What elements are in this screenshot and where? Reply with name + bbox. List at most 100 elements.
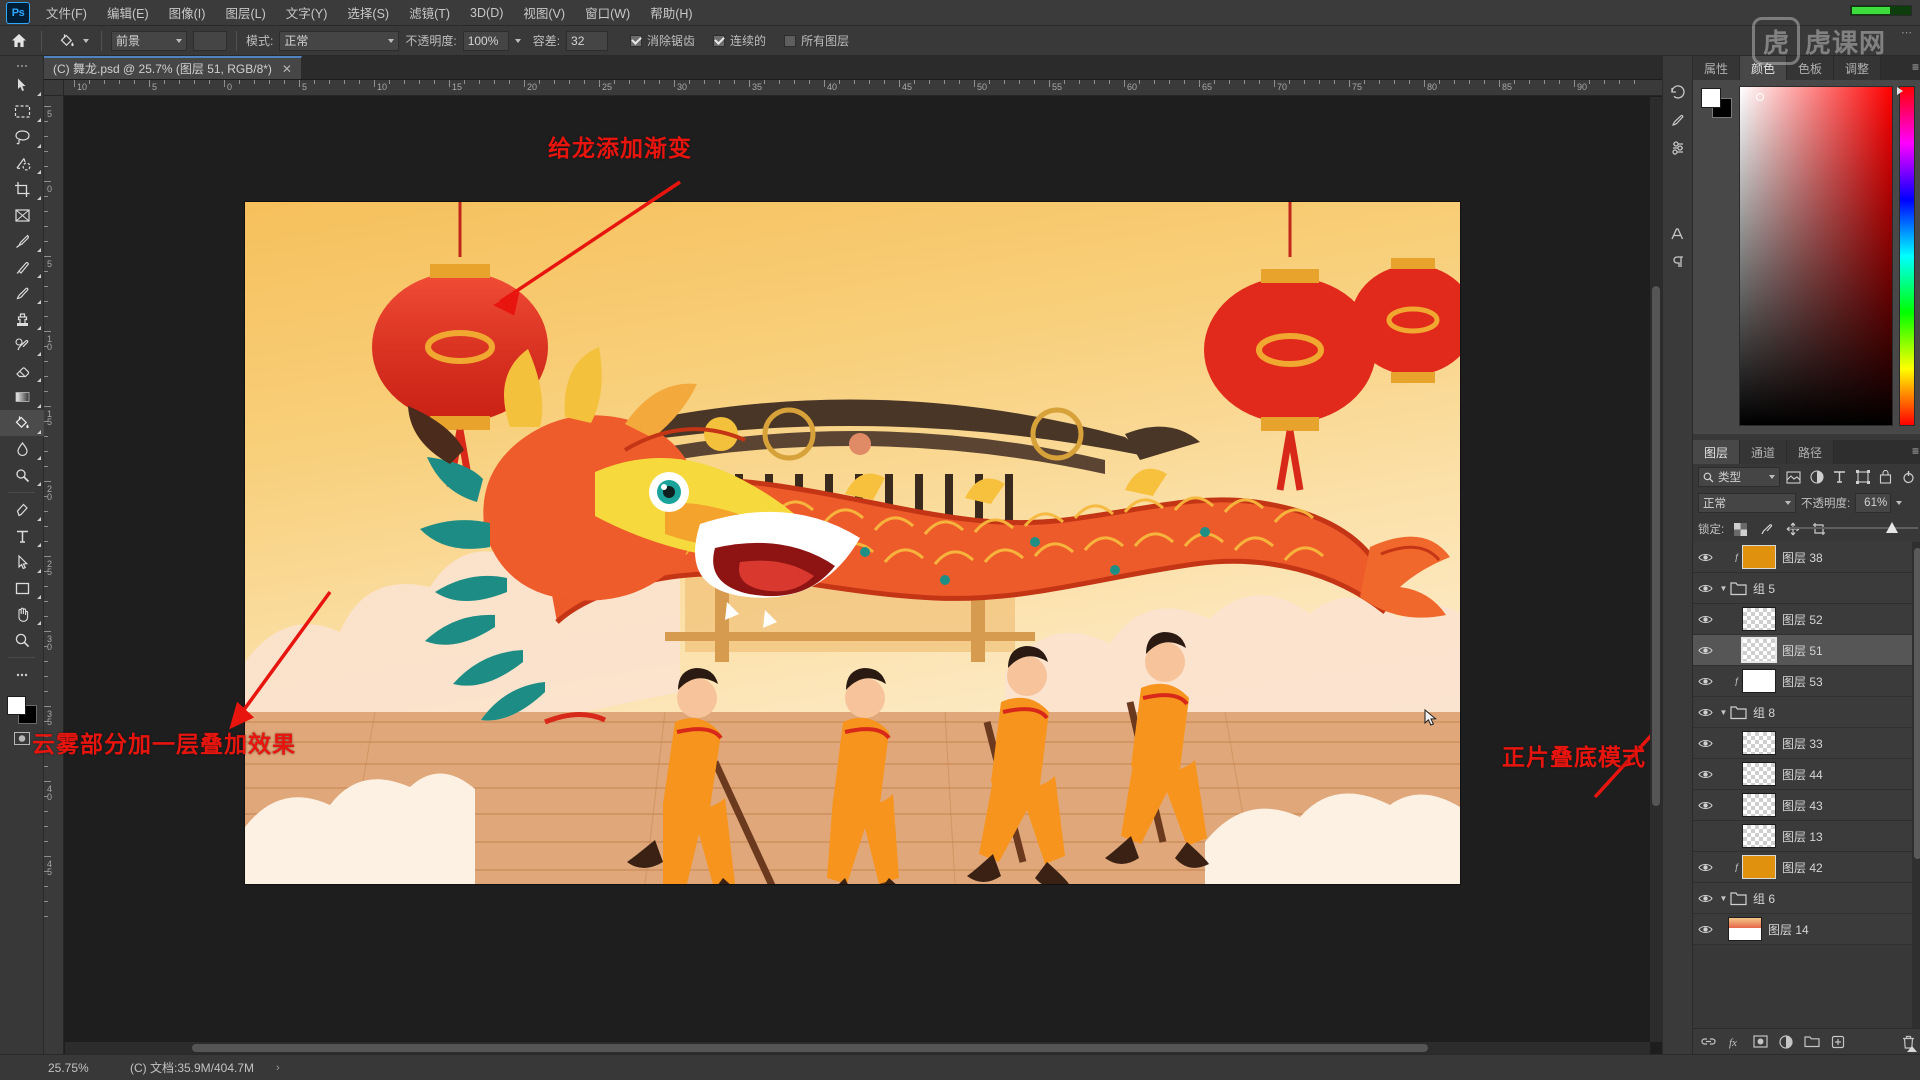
color-field-marker[interactable] <box>1756 93 1764 101</box>
path-selection-tool[interactable] <box>0 549 44 575</box>
eraser-tool[interactable] <box>0 358 44 384</box>
layer-name[interactable]: 图层 43 <box>1782 797 1823 814</box>
move-tool[interactable] <box>0 72 44 98</box>
layer-thumbnail[interactable] <box>1742 607 1776 631</box>
zoom-tool[interactable] <box>0 627 44 653</box>
shape-filter-icon[interactable] <box>1853 468 1872 487</box>
layer-visibility-icon[interactable] <box>1693 645 1717 656</box>
layer-visibility-icon[interactable] <box>1693 552 1717 563</box>
crop-tool[interactable] <box>0 176 44 202</box>
eyedropper-tool[interactable] <box>0 228 44 254</box>
foreground-background-color[interactable] <box>5 694 39 726</box>
layer-thumbnail[interactable] <box>1728 917 1762 941</box>
panel-menu-icon[interactable]: ≡ <box>1912 61 1919 73</box>
filter-power-icon[interactable] <box>1899 468 1918 487</box>
opacity-chevron-down-icon[interactable] <box>514 38 521 43</box>
object-selection-tool[interactable] <box>0 150 44 176</box>
lasso-tool[interactable] <box>0 124 44 150</box>
layer-visibility-icon[interactable] <box>1693 800 1717 811</box>
layer-thumbnail[interactable] <box>1742 731 1776 755</box>
layer-visibility-icon[interactable] <box>1693 924 1717 935</box>
layer-name[interactable]: 图层 53 <box>1782 673 1823 690</box>
layer-row[interactable]: 图层 14 <box>1693 914 1920 945</box>
menu-file[interactable]: 文件(F) <box>36 0 97 26</box>
document-tab[interactable]: (C) 舞龙.psd @ 25.7% (图层 51, RGB/8*) ✕ <box>44 56 302 79</box>
menu-edit[interactable]: 编辑(E) <box>97 0 159 26</box>
layer-thumbnail[interactable] <box>1741 637 1777 663</box>
zoom-level[interactable]: 25.75% <box>44 1061 130 1075</box>
antialias-checkbox[interactable]: 消除锯齿 <box>630 32 695 49</box>
layer-name[interactable]: 图层 42 <box>1782 859 1823 876</box>
layer-thumbnail[interactable] <box>1742 824 1776 848</box>
edit-toolbar-button[interactable] <box>0 662 44 688</box>
gradient-tool[interactable] <box>0 384 44 410</box>
tab-paths[interactable]: 路径 <box>1787 440 1835 464</box>
history-icon[interactable] <box>1663 78 1693 106</box>
layer-row[interactable]: 图层 43 <box>1693 790 1920 821</box>
horizontal-scrollbar[interactable] <box>65 1042 1650 1054</box>
color-panel-swatches[interactable] <box>1701 88 1733 118</box>
layer-row[interactable]: ƒ 图层 53 <box>1693 666 1920 697</box>
menu-type[interactable]: 文字(Y) <box>276 0 338 26</box>
layer-group-row[interactable]: ▼ 组 8 <box>1693 697 1920 728</box>
layer-mask-icon[interactable] <box>1753 1035 1768 1048</box>
layer-thumbnail[interactable] <box>1742 669 1776 693</box>
layer-row[interactable]: 图层 13 <box>1693 821 1920 852</box>
opacity-input[interactable]: 100% <box>462 30 509 51</box>
layer-name[interactable]: 图层 51 <box>1782 642 1823 659</box>
layer-thumbnail[interactable] <box>1742 855 1776 879</box>
menu-select[interactable]: 选择(S) <box>337 0 399 26</box>
chevron-down-icon[interactable] <box>83 38 89 43</box>
spot-healing-brush-tool[interactable] <box>0 254 44 280</box>
layer-name[interactable]: 图层 52 <box>1782 611 1823 628</box>
link-layers-icon[interactable] <box>1701 1035 1716 1048</box>
layer-visibility-icon[interactable] <box>1693 614 1717 625</box>
color-field[interactable] <box>1739 86 1893 426</box>
hue-slider-handle[interactable] <box>1897 87 1917 95</box>
layer-thumbnail[interactable] <box>1742 762 1776 786</box>
layer-row[interactable]: 图层 51 <box>1693 635 1920 666</box>
new-group-icon[interactable] <box>1804 1035 1820 1048</box>
foreground-color-swatch[interactable] <box>6 696 26 715</box>
panel-menu-icon[interactable]: ≡ <box>1912 445 1919 457</box>
layer-name[interactable]: 组 8 <box>1753 704 1775 721</box>
layer-row[interactable]: 图层 52 <box>1693 604 1920 635</box>
all-layers-checkbox[interactable]: 所有图层 <box>784 32 849 49</box>
layer-visibility-icon[interactable] <box>1693 893 1717 904</box>
menu-layer[interactable]: 图层(L) <box>215 0 275 26</box>
layer-blend-mode-select[interactable]: 正常 <box>1698 493 1796 513</box>
lock-transparent-icon[interactable] <box>1731 520 1750 539</box>
options-bar-overflow[interactable]: ⋯ <box>1901 28 1912 39</box>
hand-tool[interactable] <box>0 601 44 627</box>
smart-object-filter-icon[interactable] <box>1876 468 1895 487</box>
adjustments-icon[interactable] <box>1663 134 1693 162</box>
brush-preset-icon[interactable] <box>1663 106 1693 134</box>
tool-preset-picker[interactable] <box>51 29 92 53</box>
layer-name[interactable]: 图层 13 <box>1782 828 1823 845</box>
toolbar-collapse-handle[interactable] <box>0 60 43 72</box>
layer-thumbnail[interactable] <box>1742 545 1776 569</box>
tab-properties[interactable]: 属性 <box>1693 56 1741 80</box>
layer-visibility-icon[interactable] <box>1693 707 1717 718</box>
menu-view[interactable]: 视图(V) <box>513 0 575 26</box>
fill-source-select[interactable]: 前景 <box>111 30 187 51</box>
type-filter-icon[interactable] <box>1830 468 1849 487</box>
artwork-canvas[interactable] <box>245 202 1460 884</box>
pattern-preview[interactable] <box>193 30 227 51</box>
tab-color[interactable]: 颜色 <box>1740 56 1788 80</box>
layer-visibility-icon[interactable] <box>1693 676 1717 687</box>
adjustment-layer-icon[interactable] <box>1779 1034 1793 1049</box>
layer-list[interactable]: ƒ 图层 38 ▼ 组 5 图层 52 图层 51 ƒ 图层 53 ▼ 组 8 图层 33 图层 44… <box>1693 542 1920 1028</box>
layer-row[interactable]: ƒ 图层 42 <box>1693 852 1920 883</box>
blur-tool[interactable] <box>0 436 44 462</box>
dodge-tool[interactable] <box>0 462 44 488</box>
layer-thumbnail[interactable] <box>1742 793 1776 817</box>
clone-stamp-tool[interactable] <box>0 306 44 332</box>
blend-mode-select[interactable]: 正常 <box>279 30 400 51</box>
layer-name[interactable]: 组 6 <box>1753 890 1775 907</box>
chevron-down-icon[interactable]: ▼ <box>1717 894 1730 903</box>
menu-window[interactable]: 窗口(W) <box>575 0 640 26</box>
document-viewport[interactable] <box>65 97 1662 1054</box>
chevron-down-icon[interactable]: ▼ <box>1717 708 1730 717</box>
tab-adjustments[interactable]: 调整 <box>1834 56 1882 80</box>
